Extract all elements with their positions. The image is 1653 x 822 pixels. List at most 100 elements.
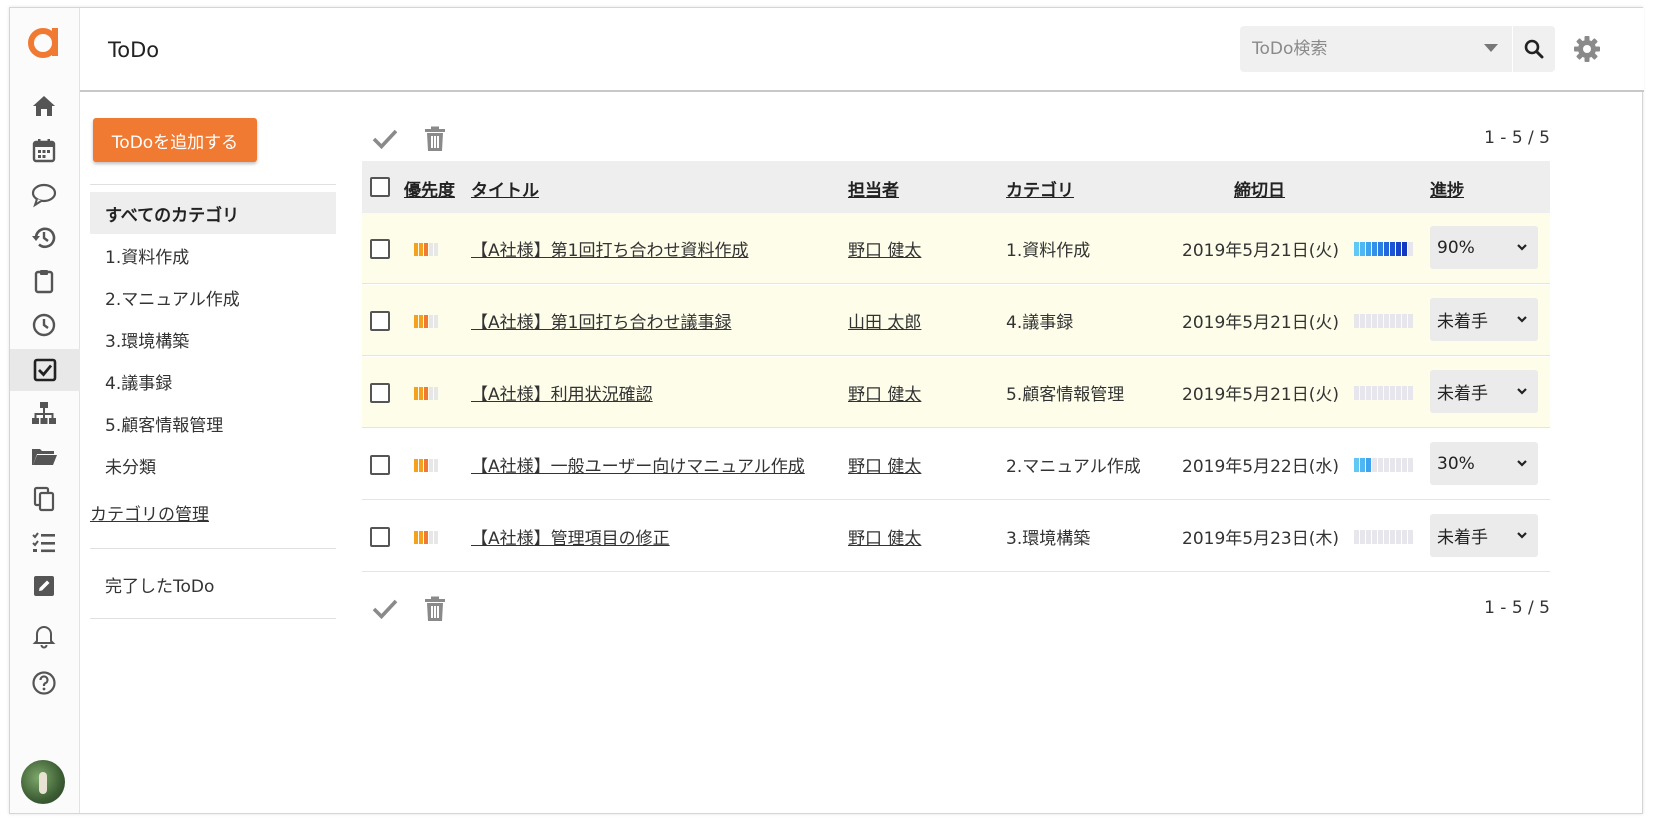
progress-segment <box>1384 242 1389 256</box>
assignee-link[interactable]: 山田 太郎 <box>848 308 921 333</box>
table-row[interactable]: 【A社様】第1回打ち合わせ議事録 山田 太郎 4.議事録 2019年5月21日(… <box>362 285 1550 356</box>
progress-select[interactable]: 90% <box>1430 226 1538 269</box>
todo-title-link[interactable]: 【A社様】第1回打ち合わせ議事録 <box>471 308 731 333</box>
category-manage-link[interactable]: カテゴリの管理 <box>90 500 209 525</box>
row-checkbox[interactable] <box>370 239 390 259</box>
app-logo-icon[interactable] <box>26 22 62 60</box>
assignee-link[interactable]: 野口 健太 <box>848 524 921 549</box>
app-window: ToDo ToDoを追加する すべてのカテゴリ <box>9 7 1644 814</box>
user-avatar[interactable] <box>21 760 65 804</box>
category-item-5[interactable]: 5.顧客情報管理 <box>90 402 336 444</box>
chevron-down-icon <box>1517 316 1527 323</box>
complete-button[interactable] <box>370 594 400 624</box>
progress-segment <box>1396 242 1401 256</box>
col-category[interactable]: カテゴリ <box>1006 176 1074 201</box>
search-icon <box>1524 39 1544 59</box>
assignee-link[interactable]: 野口 健太 <box>848 236 921 261</box>
row-checkbox[interactable] <box>370 527 390 547</box>
priority-indicator <box>414 243 438 256</box>
progress-select[interactable]: 未着手 <box>1430 514 1538 557</box>
progress-segment <box>1366 458 1371 472</box>
progress-segment <box>1408 458 1413 472</box>
todo-title-link[interactable]: 【A社様】管理項目の修正 <box>471 524 670 549</box>
col-assignee[interactable]: 担当者 <box>848 176 899 201</box>
progress-segment <box>1390 314 1395 328</box>
priority-indicator <box>414 531 438 544</box>
copy-icon[interactable] <box>22 479 66 519</box>
col-title[interactable]: タイトル <box>471 176 539 201</box>
bell-icon[interactable] <box>22 615 66 655</box>
chat-icon[interactable] <box>22 174 66 214</box>
divider <box>90 184 336 185</box>
row-checkbox[interactable] <box>370 455 390 475</box>
progress-segment <box>1372 458 1377 472</box>
delete-button[interactable] <box>420 594 450 624</box>
category-cell: 3.環境構築 <box>1006 529 1091 549</box>
progress-select[interactable]: 未着手 <box>1430 298 1538 341</box>
table-row[interactable]: 【A社様】第1回打ち合わせ資料作成 野口 健太 1.資料作成 2019年5月21… <box>362 213 1550 284</box>
gear-icon[interactable] <box>1572 34 1602 64</box>
category-item-2[interactable]: 2.マニュアル作成 <box>90 276 336 318</box>
progress-segment <box>1372 314 1377 328</box>
progress-segment <box>1378 530 1383 544</box>
progress-segment <box>1408 386 1413 400</box>
search-field[interactable] <box>1240 26 1512 72</box>
folder-icon[interactable] <box>22 436 66 476</box>
select-all-checkbox[interactable] <box>370 177 390 197</box>
edit-icon[interactable] <box>22 566 66 606</box>
col-due-date[interactable]: 締切日 <box>1234 176 1285 201</box>
table-row[interactable]: 【A社様】利用状況確認 野口 健太 5.顧客情報管理 2019年5月21日(火)… <box>362 357 1550 428</box>
row-checkbox[interactable] <box>370 383 390 403</box>
clock-icon[interactable] <box>22 305 66 345</box>
col-progress[interactable]: 進捗 <box>1430 176 1464 201</box>
todo-title-link[interactable]: 【A社様】第1回打ち合わせ資料作成 <box>471 236 748 261</box>
col-priority[interactable]: 優先度 <box>404 176 455 201</box>
category-item-3[interactable]: 3.環境構築 <box>90 318 336 360</box>
table-row[interactable]: 【A社様】一般ユーザー向けマニュアル作成 野口 健太 2.マニュアル作成 201… <box>362 429 1550 500</box>
progress-bar <box>1354 314 1413 328</box>
progress-segment <box>1354 530 1359 544</box>
completed-todo-link[interactable]: 完了したToDo <box>105 572 214 597</box>
progress-segment <box>1360 530 1365 544</box>
todo-title-link[interactable]: 【A社様】一般ユーザー向けマニュアル作成 <box>471 452 805 477</box>
progress-bar <box>1354 242 1413 256</box>
todo-title-link[interactable]: 【A社様】利用状況確認 <box>471 380 653 405</box>
progress-select[interactable]: 30% <box>1430 442 1538 485</box>
trash-icon <box>425 126 445 151</box>
search-input[interactable] <box>1252 38 1472 60</box>
org-chart-icon[interactable] <box>22 393 66 433</box>
category-cell: 4.議事録 <box>1006 313 1074 333</box>
table-row[interactable]: 【A社様】管理項目の修正 野口 健太 3.環境構築 2019年5月23日(木) … <box>362 501 1550 572</box>
progress-bar <box>1354 386 1413 400</box>
progress-segment <box>1396 314 1401 328</box>
row-checkbox[interactable] <box>370 311 390 331</box>
assignee-link[interactable]: 野口 健太 <box>848 380 921 405</box>
progress-select-value: 未着手 <box>1437 384 1488 404</box>
progress-segment <box>1372 242 1377 256</box>
progress-segment <box>1354 458 1359 472</box>
delete-button[interactable] <box>420 124 450 154</box>
progress-segment <box>1384 386 1389 400</box>
chevron-down-icon[interactable] <box>1484 44 1498 52</box>
complete-button[interactable] <box>370 124 400 154</box>
progress-segment <box>1360 458 1365 472</box>
assignee-link[interactable]: 野口 健太 <box>848 452 921 477</box>
progress-bar <box>1354 458 1413 472</box>
todo-check-icon[interactable] <box>10 349 80 391</box>
category-item-4[interactable]: 4.議事録 <box>90 360 336 402</box>
history-icon[interactable] <box>22 218 66 258</box>
clipboard-icon[interactable] <box>22 261 66 301</box>
progress-select-value: 未着手 <box>1437 312 1488 332</box>
pagination-top: 1 - 5 / 5 <box>1484 128 1550 148</box>
checklist-icon[interactable] <box>22 522 66 562</box>
category-item-1[interactable]: 1.資料作成 <box>90 234 336 276</box>
home-icon[interactable] <box>22 86 66 126</box>
category-item-all[interactable]: すべてのカテゴリ <box>90 192 336 234</box>
calendar-icon[interactable] <box>22 130 66 170</box>
progress-select[interactable]: 未着手 <box>1430 370 1538 413</box>
help-icon[interactable] <box>22 663 66 703</box>
divider <box>90 618 336 619</box>
category-item-uncategorized[interactable]: 未分類 <box>90 444 336 486</box>
add-todo-button[interactable]: ToDoを追加する <box>93 118 257 162</box>
search-button[interactable] <box>1513 26 1555 72</box>
